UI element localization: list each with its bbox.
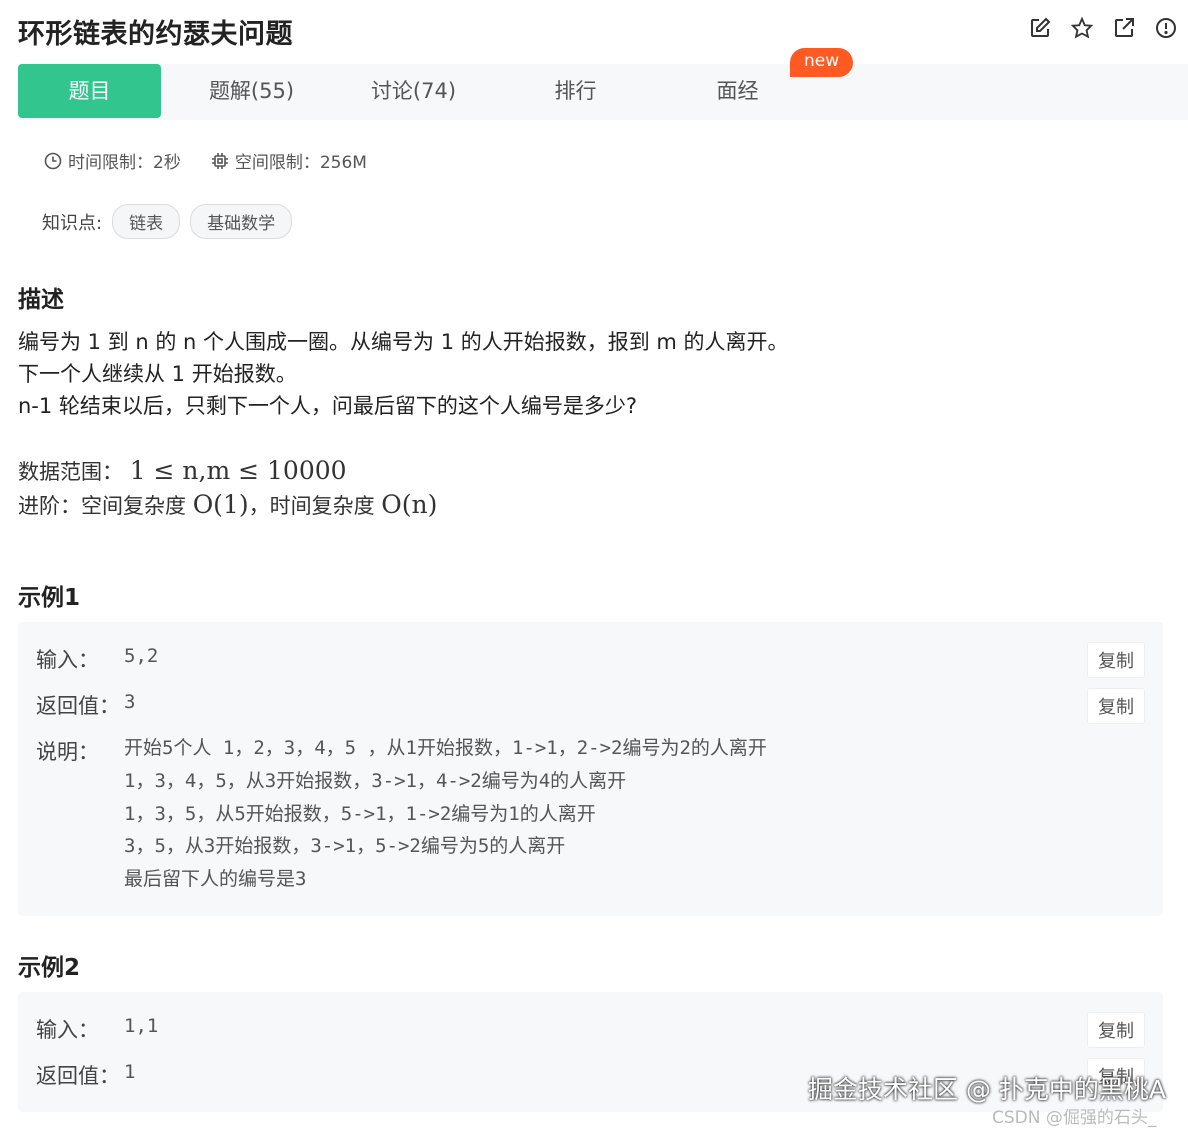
time-limit-text: 时间限制：2秒 (68, 153, 181, 173)
description-line: 编号为 1 到 n 的 n 个人围成一圈。从编号为 1 的人开始报数，报到 m … (18, 330, 789, 354)
description-text: 编号为 1 到 n 的 n 个人围成一圈。从编号为 1 的人开始报数，报到 m … (18, 326, 789, 422)
copy-input-button[interactable]: 复制 (1087, 642, 1145, 678)
description-heading: 描述 (18, 287, 64, 313)
time-complexity: O(n) (381, 490, 438, 519)
return-value: 3 (124, 691, 136, 713)
copy-return-button[interactable]: 复制 (1087, 688, 1145, 724)
clock-icon (44, 152, 62, 169)
edit-icon[interactable] (1028, 16, 1052, 40)
external-link-icon[interactable] (1112, 16, 1136, 40)
chip-icon (211, 152, 228, 169)
space-limit-text: 空间限制：256M (234, 153, 367, 173)
input-value: 5,2 (124, 645, 159, 667)
header-toolbar (1028, 16, 1178, 40)
range-label: 数据范围： (18, 460, 123, 484)
alert-icon[interactable] (1154, 16, 1178, 40)
tag-linked-list[interactable]: 链表 (112, 204, 181, 239)
data-range: 数据范围： 1 ≤ n,m ≤ 10000 (18, 456, 347, 486)
return-label: 返回值： (36, 1064, 120, 1088)
description-line: 下一个人继续从 1 开始报数。 (18, 362, 297, 386)
return-label: 返回值： (36, 694, 120, 718)
input-label: 输入： (36, 1018, 99, 1042)
explain-label: 说明： (36, 740, 99, 764)
example2-heading: 示例2 (18, 955, 81, 981)
description-line: n-1 轮结束以后，只剩下一个人，问最后留下的这个人编号是多少? (18, 394, 638, 418)
explain-line: 1，3，4，5，从3开始报数，3->1，4->2编号为4的人离开 (124, 769, 627, 792)
knowledge-points: 知识点: 链表 基础数学 (42, 204, 293, 239)
space-complexity: O(1) (192, 490, 249, 519)
range-math: 1 ≤ n,m ≤ 10000 (129, 456, 347, 485)
time-limit: 时间限制：2秒 (44, 148, 181, 173)
explain-line: 开始5个人 1，2，3，4，5 ，从1开始报数，1->1，2->2编号为2的人离… (124, 737, 767, 759)
space-limit: 空间限制：256M (211, 148, 367, 173)
star-icon[interactable] (1070, 16, 1094, 40)
tab-discussion[interactable]: 讨论(74) (342, 64, 485, 118)
tab-ranking[interactable]: 排行 (504, 64, 647, 118)
return-value: 1 (124, 1061, 136, 1083)
watermark-sub: CSDN @倔强的石头_ (992, 1108, 1157, 1128)
tab-solutions[interactable]: 题解(55) (180, 64, 323, 118)
tag-basic-math[interactable]: 基础数学 (190, 204, 293, 239)
page-title: 环形链表的约瑟夫问题 (18, 19, 293, 50)
advanced-requirement: 进阶：空间复杂度 O(1)，时间复杂度 O(n) (18, 490, 437, 520)
tab-interview[interactable]: 面经 (666, 64, 809, 118)
advanced-label: 进阶：空间复杂度 (18, 494, 186, 518)
advanced-mid: ，时间复杂度 (248, 494, 375, 518)
input-value: 1,1 (124, 1015, 159, 1037)
input-label: 输入： (36, 648, 99, 672)
tab-problem[interactable]: 题目 (18, 64, 161, 118)
explain-text: 开始5个人 1，2，3，4，5 ，从1开始报数，1->1，2->2编号为2的人离… (124, 732, 767, 896)
new-badge: new (790, 48, 854, 77)
limits-row: 时间限制：2秒 空间限制：256M (44, 148, 397, 173)
explain-line: 3，5，从3开始报数，3->1，5->2编号为5的人离开 (124, 835, 566, 858)
explain-line: 最后留下人的编号是3 (124, 868, 307, 891)
watermark: 掘金技术社区 @ 扑克中的黑桃A (808, 1075, 1166, 1104)
knowledge-label: 知识点: (42, 212, 103, 234)
example1-box: 输入： 5,2 复制 返回值： 3 复制 说明： 开始5个人 1，2，3，4，5… (18, 622, 1163, 916)
copy-input-button[interactable]: 复制 (1087, 1012, 1145, 1048)
explain-line: 1，3，5，从5开始报数，5->1，1->2编号为1的人离开 (124, 802, 596, 825)
example1-heading: 示例1 (18, 585, 81, 611)
tab-bar: 题目 题解(55) 讨论(74) 排行 面经 (18, 64, 1188, 120)
